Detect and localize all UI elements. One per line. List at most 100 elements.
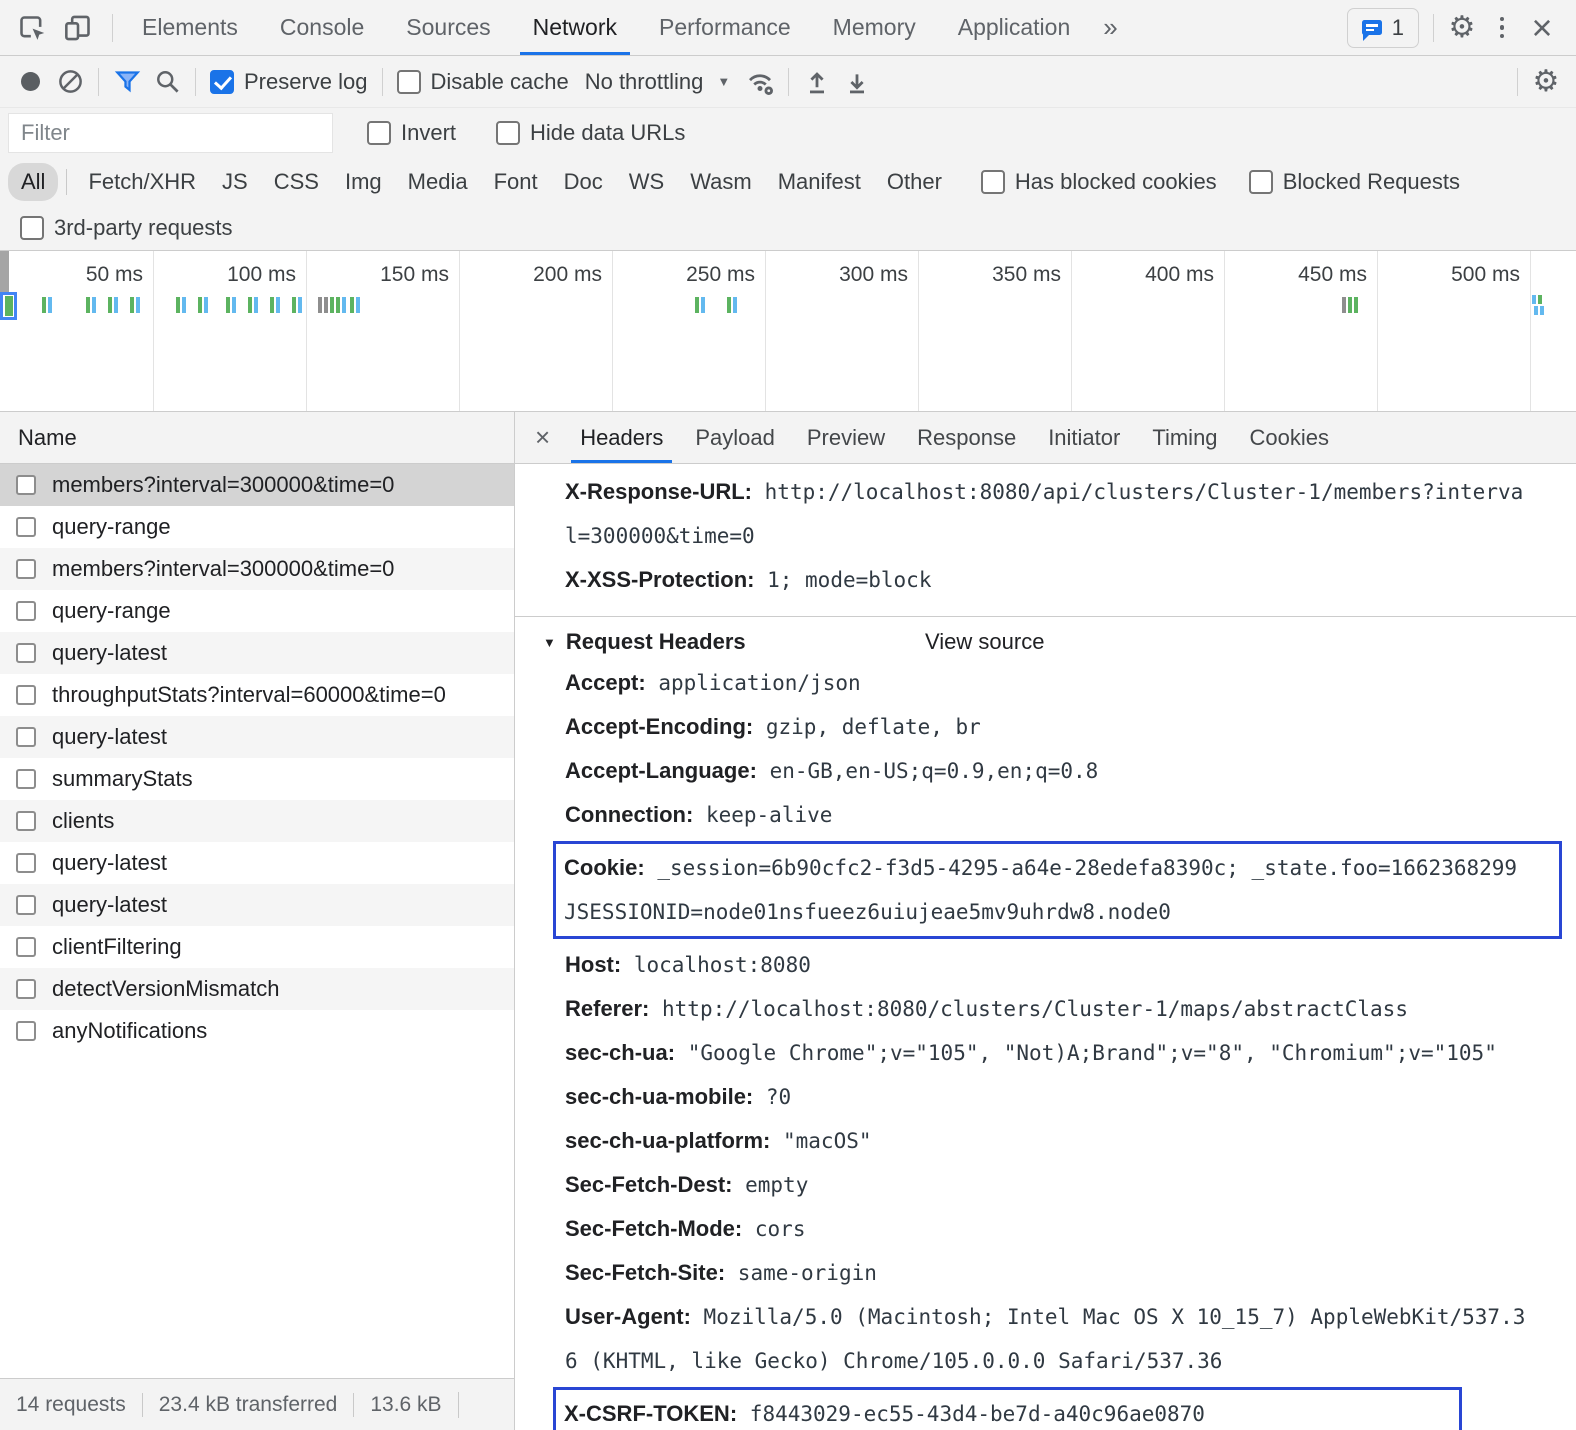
request-row[interactable]: members?interval=300000&time=0	[0, 548, 514, 590]
issues-count: 1	[1392, 15, 1404, 41]
hide-data-urls-checkbox[interactable]	[496, 121, 520, 145]
request-checkbox[interactable]	[16, 517, 36, 537]
detail-tab-timing[interactable]: Timing	[1136, 412, 1233, 463]
detail-tab-payload[interactable]: Payload	[679, 412, 791, 463]
request-row[interactable]: query-latest	[0, 842, 514, 884]
chip-doc[interactable]: Doc	[551, 163, 616, 201]
header-value: _session=6b90cfc2-f3d5-4295-a64e-28edefa…	[564, 856, 1517, 924]
issues-badge[interactable]: 1	[1347, 8, 1419, 48]
chip-fetch-xhr[interactable]: Fetch/XHR	[75, 163, 209, 201]
request-checkbox[interactable]	[16, 559, 36, 579]
disclosure-triangle-icon[interactable]: ▼	[543, 635, 556, 650]
header-name: X-XSS-Protection:	[565, 567, 754, 592]
more-tabs-button[interactable]: »	[1091, 0, 1129, 55]
chip-media[interactable]: Media	[395, 163, 481, 201]
request-row[interactable]: clients	[0, 800, 514, 842]
header-value: f8443029-ec55-43d4-be7d-a40c96ae0870	[737, 1402, 1205, 1426]
main-tab-console[interactable]: Console	[259, 0, 385, 55]
main-tab-memory[interactable]: Memory	[812, 0, 937, 55]
inspect-element-icon[interactable]	[12, 8, 52, 48]
detail-tab-cookies[interactable]: Cookies	[1234, 412, 1345, 463]
header-value: 1; mode=block	[754, 568, 931, 592]
chip-manifest[interactable]: Manifest	[765, 163, 874, 201]
disable-cache-checkbox[interactable]	[397, 70, 421, 94]
request-checkbox[interactable]	[16, 895, 36, 915]
chip-font[interactable]: Font	[481, 163, 551, 201]
request-row[interactable]: summaryStats	[0, 758, 514, 800]
name-column-header[interactable]: Name	[0, 412, 514, 464]
request-checkbox[interactable]	[16, 937, 36, 957]
chip-css[interactable]: CSS	[261, 163, 332, 201]
has-blocked-cookies-checkbox[interactable]	[981, 170, 1005, 194]
request-checkbox[interactable]	[16, 979, 36, 999]
request-row[interactable]: query-latest	[0, 716, 514, 758]
main-tab-network[interactable]: Network	[512, 0, 638, 55]
divider	[382, 68, 383, 96]
main-tab-performance[interactable]: Performance	[638, 0, 812, 55]
request-checkbox[interactable]	[16, 727, 36, 747]
header-user-agent: User-Agent: Mozilla/5.0 (Macintosh; Inte…	[565, 1295, 1568, 1383]
chip-ws[interactable]: WS	[616, 163, 677, 201]
invert-checkbox[interactable]	[367, 121, 391, 145]
main-tab-application[interactable]: Application	[937, 0, 1092, 55]
request-checkbox[interactable]	[16, 685, 36, 705]
chip-img[interactable]: Img	[332, 163, 395, 201]
chip-js[interactable]: JS	[209, 163, 261, 201]
third-party-checkbox[interactable]	[20, 216, 44, 240]
filter-input[interactable]	[8, 113, 333, 153]
blocked-requests-checkbox[interactable]	[1249, 170, 1273, 194]
chip-wasm[interactable]: Wasm	[677, 163, 765, 201]
request-row[interactable]: detectVersionMismatch	[0, 968, 514, 1010]
detail-tab-response[interactable]: Response	[901, 412, 1032, 463]
header-x-xss-protection: X-XSS-Protection: 1; mode=block	[565, 558, 1566, 602]
request-row[interactable]: query-latest	[0, 884, 514, 926]
search-icon[interactable]	[147, 62, 187, 102]
overview-band[interactable]: 50 ms100 ms150 ms200 ms250 ms300 ms350 m…	[0, 251, 1576, 412]
network-settings-icon[interactable]: ⚙	[1526, 62, 1566, 102]
preserve-log-checkbox[interactable]	[210, 70, 234, 94]
settings-icon[interactable]: ⚙	[1442, 8, 1482, 48]
overview-tick-label: 450 ms	[1207, 263, 1367, 287]
main-tab-elements[interactable]: Elements	[121, 0, 259, 55]
overview-selected-request[interactable]	[0, 292, 17, 320]
request-checkbox[interactable]	[16, 811, 36, 831]
request-checkbox[interactable]	[16, 475, 36, 495]
request-checkbox[interactable]	[16, 853, 36, 873]
request-checkbox[interactable]	[16, 1021, 36, 1041]
view-source-button[interactable]: View source	[925, 629, 1044, 655]
close-devtools-icon[interactable]: ×	[1522, 8, 1562, 48]
main-tab-sources[interactable]: Sources	[385, 0, 511, 55]
request-row[interactable]: members?interval=300000&time=0	[0, 464, 514, 506]
export-har-icon[interactable]	[837, 62, 877, 102]
request-name: members?interval=300000&time=0	[52, 472, 394, 498]
chip-all[interactable]: All	[8, 163, 58, 201]
request-row[interactable]: query-range	[0, 590, 514, 632]
overview-tick-label: 500 ms	[1360, 263, 1520, 287]
header-name: sec-ch-ua-platform:	[565, 1128, 770, 1153]
request-checkbox[interactable]	[16, 769, 36, 789]
preserve-log-label: Preserve log	[244, 69, 368, 95]
close-detail-icon[interactable]: ×	[515, 412, 564, 463]
request-row[interactable]: clientFiltering	[0, 926, 514, 968]
header-name: Referer:	[565, 996, 649, 1021]
request-row[interactable]: query-latest	[0, 632, 514, 674]
waterfall-bar	[42, 297, 52, 313]
chip-other[interactable]: Other	[874, 163, 955, 201]
detail-tab-preview[interactable]: Preview	[791, 412, 901, 463]
network-conditions-icon[interactable]	[740, 62, 780, 102]
request-row[interactable]: anyNotifications	[0, 1010, 514, 1052]
detail-tab-headers[interactable]: Headers	[564, 412, 679, 463]
detail-tab-initiator[interactable]: Initiator	[1032, 412, 1136, 463]
request-checkbox[interactable]	[16, 601, 36, 621]
request-row[interactable]: query-range	[0, 506, 514, 548]
request-row[interactable]: throughputStats?interval=60000&time=0	[0, 674, 514, 716]
filter-icon[interactable]	[107, 62, 147, 102]
request-name: detectVersionMismatch	[52, 976, 279, 1002]
device-toolbar-icon[interactable]	[58, 8, 98, 48]
import-har-icon[interactable]	[797, 62, 837, 102]
request-checkbox[interactable]	[16, 643, 36, 663]
throttling-dropdown[interactable]: No throttling ▼	[575, 69, 741, 95]
clear-network-log-icon[interactable]	[50, 62, 90, 102]
more-options-icon[interactable]	[1482, 8, 1522, 48]
record-network-log-icon[interactable]	[10, 62, 50, 102]
